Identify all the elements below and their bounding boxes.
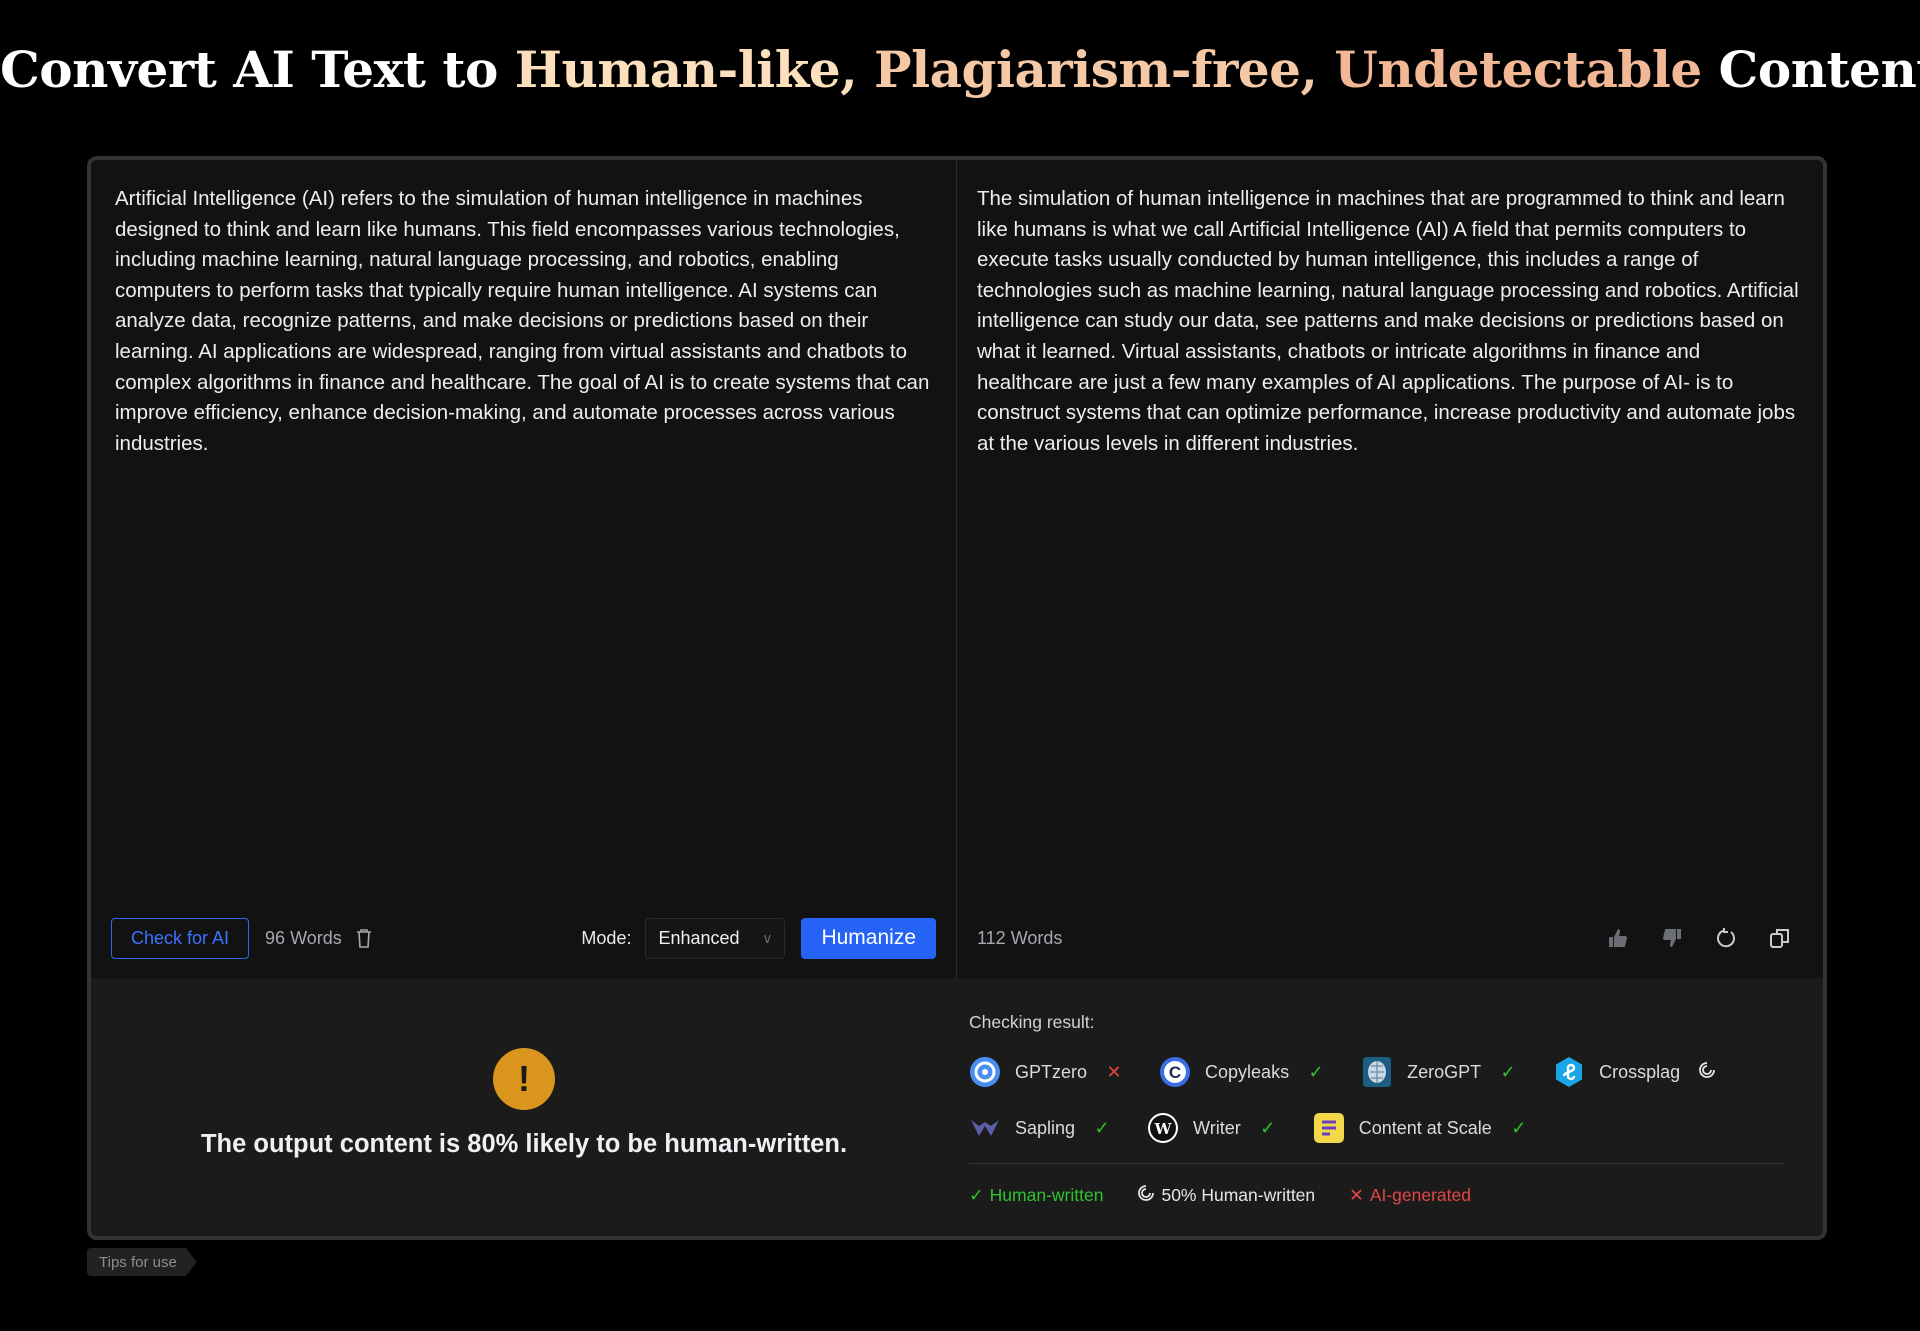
detector-content-at-scale: Content at Scale ✓ bbox=[1313, 1111, 1528, 1145]
status-legend: ✓ Human-written 50% Human-written ✕ AI-g… bbox=[969, 1184, 1783, 1207]
detector-list: GPTzero ✕ C Copyleaks ✓ ZeroGPT ✓ Crossp… bbox=[969, 1055, 1783, 1145]
svg-text:C: C bbox=[1169, 1063, 1181, 1082]
copyleaks-logo-icon: C bbox=[1159, 1056, 1191, 1088]
thumbs-up-icon[interactable] bbox=[1605, 925, 1631, 951]
trash-icon[interactable] bbox=[354, 927, 374, 949]
output-word-count: 112 Words bbox=[977, 927, 1063, 948]
svg-text:W: W bbox=[1154, 1120, 1173, 1138]
headline-highlight-human-like: Human-like, bbox=[514, 40, 875, 99]
detector-name: Copyleaks bbox=[1205, 1061, 1290, 1082]
editor-panes: Artificial Intelligence (AI) refers to t… bbox=[91, 160, 1823, 978]
half-human-status-icon bbox=[1698, 1061, 1716, 1084]
verdict-text: The output content is 80% likely to be h… bbox=[200, 1130, 848, 1158]
writer-logo-icon: W bbox=[1147, 1112, 1179, 1144]
mode-select-value: Enhanced bbox=[658, 927, 740, 948]
headline-text-end: Content bbox=[1701, 40, 1920, 99]
check-for-ai-button[interactable]: Check for AI bbox=[111, 917, 250, 959]
legend-label: AI-generated bbox=[1369, 1185, 1471, 1205]
headline-highlight-plagiarism-free: Plagiarism-free, bbox=[874, 40, 1335, 99]
detector-copyleaks: C Copyleaks ✓ bbox=[1159, 1055, 1325, 1089]
legend-ai-generated: ✕ AI-generated bbox=[1349, 1185, 1471, 1206]
half-circle-icon bbox=[1137, 1184, 1155, 1207]
input-textarea[interactable]: Artificial Intelligence (AI) refers to t… bbox=[115, 184, 936, 459]
zerogpt-logo-icon bbox=[1361, 1056, 1393, 1088]
tips-for-use-tab[interactable]: Tips for use bbox=[87, 1248, 197, 1276]
regenerate-icon[interactable] bbox=[1713, 925, 1739, 951]
detector-name: Content at Scale bbox=[1358, 1117, 1492, 1138]
headline-highlight-undetectable: Undetectable bbox=[1334, 40, 1702, 99]
input-toolbar: Check for AI 96 Words Mode: Enhanced ∨ H… bbox=[91, 898, 956, 978]
results-panel: ! The output content is 80% likely to be… bbox=[91, 978, 1823, 1236]
results-divider bbox=[969, 1163, 1784, 1164]
humanizer-card: Artificial Intelligence (AI) refers to t… bbox=[87, 156, 1827, 1240]
detector-name: Crossplag bbox=[1599, 1061, 1681, 1082]
human-written-status-icon: ✓ bbox=[1500, 1061, 1516, 1082]
mode-label: Mode: bbox=[581, 927, 632, 948]
legend-half-human: 50% Human-written bbox=[1137, 1184, 1315, 1207]
detector-name: Sapling bbox=[1015, 1117, 1076, 1138]
ai-generated-status-icon: ✕ bbox=[1106, 1061, 1122, 1082]
human-written-status-icon: ✓ bbox=[1260, 1117, 1276, 1138]
thumbs-down-icon[interactable] bbox=[1659, 925, 1685, 951]
detector-writer: W Writer ✓ bbox=[1147, 1111, 1277, 1145]
verdict-section: ! The output content is 80% likely to be… bbox=[91, 978, 957, 1236]
sapling-logo-icon bbox=[969, 1112, 1001, 1144]
detector-name: GPTzero bbox=[1015, 1061, 1088, 1082]
legend-label: 50% Human-written bbox=[1161, 1185, 1316, 1205]
output-toolbar: 112 Words bbox=[957, 898, 1823, 978]
human-written-status-icon: ✓ bbox=[1511, 1117, 1527, 1138]
detector-name: ZeroGPT bbox=[1407, 1061, 1482, 1082]
human-written-status-icon: ✓ bbox=[1094, 1117, 1110, 1138]
human-written-status-icon: ✓ bbox=[1308, 1061, 1324, 1082]
warning-icon: ! bbox=[493, 1048, 555, 1110]
detector-zerogpt: ZeroGPT ✓ bbox=[1361, 1055, 1517, 1089]
page-headline: Convert AI Text to Human-like, Plagiaris… bbox=[0, 40, 1920, 99]
detector-name: Writer bbox=[1193, 1117, 1241, 1138]
output-pane: The simulation of human intelligence in … bbox=[957, 160, 1823, 978]
copy-icon[interactable] bbox=[1767, 925, 1793, 951]
input-pane: Artificial Intelligence (AI) refers to t… bbox=[91, 160, 957, 978]
legend-label: Human-written bbox=[989, 1185, 1104, 1205]
headline-text: Convert AI Text to bbox=[0, 40, 515, 99]
detector-crossplag: Crossplag bbox=[1553, 1055, 1716, 1089]
gptzero-logo-icon bbox=[969, 1056, 1001, 1088]
input-word-count: 96 Words bbox=[265, 927, 342, 948]
cross-icon: ✕ bbox=[1349, 1185, 1364, 1205]
checking-result-section: Checking result: GPTzero ✕ C Copyleaks ✓ bbox=[957, 978, 1823, 1236]
mode-select[interactable]: Enhanced ∨ bbox=[645, 917, 786, 959]
legend-human-written: ✓ Human-written bbox=[969, 1185, 1103, 1206]
check-icon: ✓ bbox=[969, 1185, 984, 1205]
crossplag-logo-icon bbox=[1553, 1056, 1585, 1088]
output-text[interactable]: The simulation of human intelligence in … bbox=[977, 184, 1799, 459]
content-at-scale-logo-icon bbox=[1313, 1112, 1345, 1144]
humanize-button[interactable]: Humanize bbox=[801, 917, 936, 959]
detector-sapling: Sapling ✓ bbox=[969, 1111, 1111, 1145]
checking-result-title: Checking result: bbox=[969, 1012, 1095, 1032]
detector-gptzero: GPTzero ✕ bbox=[969, 1055, 1123, 1089]
chevron-down-icon: ∨ bbox=[762, 929, 773, 946]
